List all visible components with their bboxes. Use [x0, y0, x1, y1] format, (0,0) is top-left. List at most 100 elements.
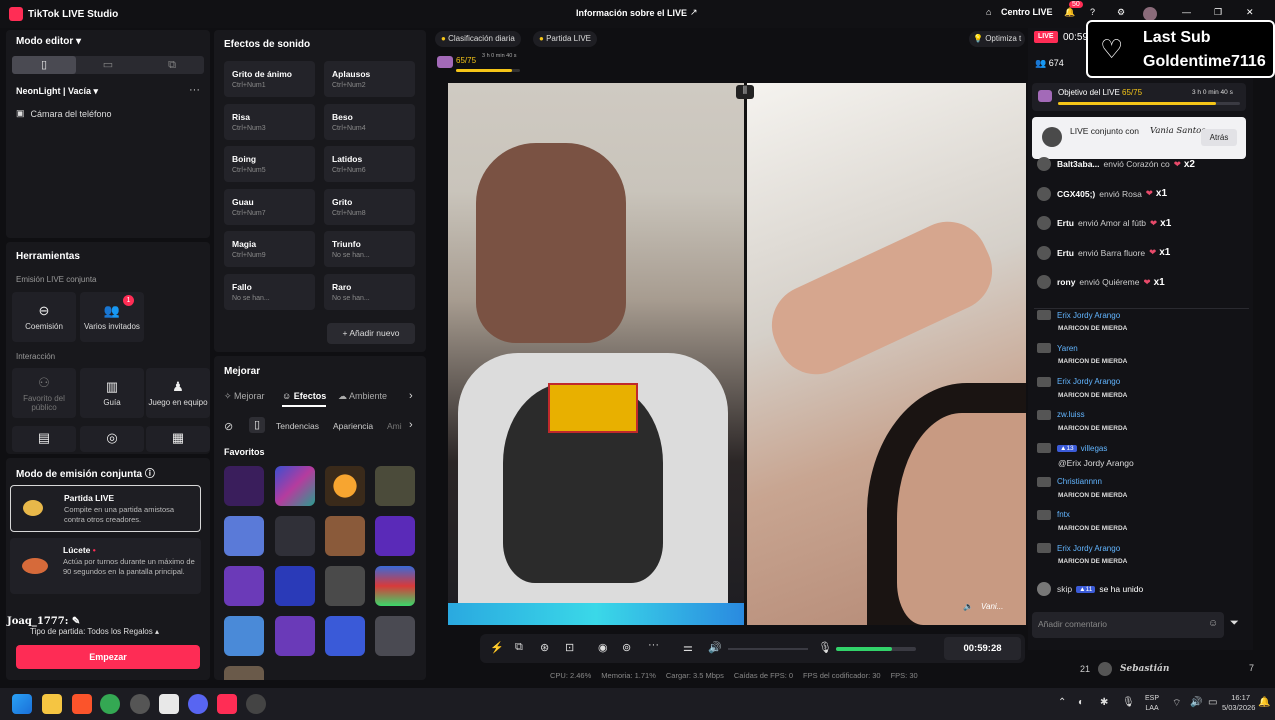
centro-live-button[interactable]: Centro LIVE — [1001, 7, 1053, 17]
daily-rank-chip[interactable]: ● Clasificación diaria — [435, 31, 521, 47]
brave-icon[interactable] — [72, 694, 92, 714]
chat-user[interactable]: Erix Jordy Arango — [1057, 311, 1120, 320]
start-button[interactable]: Empezar — [16, 645, 200, 669]
chat-user[interactable]: Yaren — [1057, 344, 1078, 353]
source-camera[interactable]: ▣ Cámara del teléfono — [16, 108, 112, 119]
mode-editor-dropdown[interactable]: Modo editor ▾ — [16, 36, 81, 47]
tab-mejorar[interactable]: ✧ Mejorar — [224, 391, 265, 402]
effect-lion[interactable] — [325, 516, 365, 556]
crop-icon[interactable]: ⧉ — [515, 641, 523, 654]
chat-user[interactable]: Christiannnn — [1057, 477, 1102, 486]
avatar[interactable] — [1143, 7, 1157, 21]
tray-chevron-icon[interactable]: ⌃ — [1058, 697, 1066, 708]
partida-live-option[interactable]: Partida LIVE Compite en una partida amis… — [10, 485, 201, 532]
minimize-icon[interactable]: — — [1182, 7, 1191, 17]
store-icon[interactable] — [159, 694, 179, 714]
notification-icon[interactable]: 🔔 — [1258, 697, 1270, 708]
filter-icon[interactable]: ⏷ — [1230, 617, 1239, 630]
effect-hand-wave[interactable] — [325, 616, 365, 656]
sound-effect-button[interactable]: Boing Ctrl+Num5 — [224, 146, 315, 183]
effects-icon[interactable]: ⊛ — [540, 641, 549, 654]
discord-icon[interactable] — [188, 694, 208, 714]
effect-purple[interactable] — [375, 516, 415, 556]
more-icon[interactable]: ··· — [648, 639, 659, 651]
effect-sun[interactable] — [325, 466, 365, 506]
layout-toggle-icon[interactable]: ⫼ — [736, 85, 754, 99]
effect-bear[interactable] — [224, 516, 264, 556]
tab-ambiente[interactable]: ☁ Ambiente — [338, 391, 387, 402]
guide-button[interactable]: ▥ Guía — [80, 368, 144, 418]
optimize-chip[interactable]: 💡 Optimiza t — [969, 31, 1026, 47]
chrome-icon[interactable] — [100, 694, 120, 714]
file-explorer-icon[interactable] — [42, 694, 62, 714]
tiktok-icon[interactable] — [217, 694, 237, 714]
match-type-dropdown[interactable]: Tipo de partida: Todos los Regalos ▴ — [30, 627, 159, 636]
chat-user[interactable]: villegas — [1081, 444, 1108, 453]
landscape-icon[interactable]: ▭ — [76, 56, 140, 74]
sound-effect-button[interactable]: Risa Ctrl+Num3 — [224, 103, 315, 140]
camera-switch-icon[interactable]: ⊚ — [622, 641, 631, 654]
home-icon[interactable]: ⌂ — [986, 7, 991, 17]
gear-icon[interactable]: ⚙ — [1117, 7, 1125, 18]
live-goal-card[interactable]: Objetivo del LIVE 65/75 3 h 0 min 40 s — [1032, 83, 1246, 111]
effect-figure[interactable] — [375, 466, 415, 506]
effect-hand-blue[interactable] — [275, 566, 315, 606]
windows-start-icon[interactable] — [12, 694, 32, 714]
speaker-tray-icon[interactable]: 🔊 — [1190, 697, 1202, 708]
effect-ghosts[interactable] — [275, 516, 315, 556]
sound-effect-button[interactable]: Latidos Ctrl+Num6 — [324, 146, 415, 183]
bookmark-icon[interactable]: ▯ — [249, 417, 265, 433]
subtab-apariencia[interactable]: Apariencia — [333, 421, 373, 431]
effect-more[interactable] — [224, 666, 264, 680]
info-icon[interactable]: ⓘ — [145, 469, 155, 480]
subtab-tendencias[interactable]: Tendencias — [276, 421, 319, 431]
language-indicator[interactable]: ESP LAA — [1145, 694, 1159, 714]
video-preview[interactable]: ⫼ 🔈 Vani... — [448, 83, 1026, 625]
audience-favorite-button[interactable]: ⚇ Favorito del público — [12, 368, 76, 418]
portrait-icon[interactable]: ▯ — [12, 56, 76, 74]
sound-effect-button[interactable]: Aplausos Ctrl+Num2 — [324, 61, 415, 97]
effect-cat[interactable] — [224, 616, 264, 656]
mic-tray-icon[interactable]: 🎙 — [1122, 697, 1135, 708]
record-icon[interactable]: ◉ — [598, 641, 608, 654]
sound-effect-button[interactable]: Guau Ctrl+Num7 — [224, 188, 315, 225]
media-player-icon[interactable] — [246, 694, 266, 714]
effect-person[interactable] — [325, 566, 365, 606]
settings-sliders-icon[interactable]: ⚌ — [683, 641, 693, 654]
effect-dog[interactable] — [275, 616, 315, 656]
bell-icon[interactable]: 🔔 — [1064, 7, 1075, 18]
tool-extra-3[interactable]: ▦ — [146, 426, 210, 452]
chevron-right-icon[interactable]: › — [409, 419, 413, 431]
sound-effect-button[interactable]: Fallo No se han... — [224, 274, 315, 310]
obs-icon[interactable] — [130, 694, 150, 714]
effect-color-hand[interactable] — [375, 566, 415, 606]
scene-icon[interactable]: ⊡ — [565, 641, 574, 654]
back-button[interactable]: Atrás — [1201, 129, 1237, 146]
chat-user[interactable]: fntx — [1057, 510, 1070, 519]
none-icon[interactable]: ⊘ — [224, 420, 233, 433]
effect-hearts[interactable] — [224, 466, 264, 506]
lucete-option[interactable]: Lúcete • Actúa por turnos durante un máx… — [10, 538, 201, 594]
add-sound-button[interactable]: + Añadir nuevo — [327, 323, 415, 344]
tool-extra-2[interactable]: ◎ — [80, 426, 144, 452]
close-icon[interactable]: ✕ — [1246, 7, 1254, 18]
share-icon[interactable]: ↗ — [690, 7, 698, 18]
tab-efectos[interactable]: ☺ Efectos — [282, 391, 327, 407]
bluetooth-icon[interactable]: ✱ — [1100, 697, 1108, 708]
microphone-icon[interactable]: 🎙 — [818, 641, 832, 654]
live-info-title[interactable]: Información sobre el LIVE — [576, 8, 687, 18]
network-icon[interactable]: ◐ — [1078, 697, 1084, 708]
help-icon[interactable]: ? — [1090, 7, 1095, 17]
volume-slider[interactable] — [728, 648, 808, 650]
magic-wand-icon[interactable]: ⚡ — [490, 641, 504, 654]
maximize-icon[interactable]: ❐ — [1214, 7, 1222, 18]
clock[interactable]: 16:17 5/03/2026 — [1222, 693, 1255, 713]
chat-user[interactable]: Erix Jordy Arango — [1057, 377, 1120, 386]
mic-slider[interactable] — [836, 647, 916, 651]
sound-effect-button[interactable]: Raro No se han... — [324, 274, 415, 310]
team-game-button[interactable]: ♟ Juego en equipo — [146, 368, 210, 418]
more-options-icon[interactable]: ··· — [189, 84, 200, 96]
partida-live-chip[interactable]: ● Partida LIVE — [533, 31, 597, 47]
sound-effect-button[interactable]: Grito de ánimo Ctrl+Num1 — [224, 61, 315, 97]
multi-guest-button[interactable]: 👥 Varios invitados — [80, 292, 144, 342]
